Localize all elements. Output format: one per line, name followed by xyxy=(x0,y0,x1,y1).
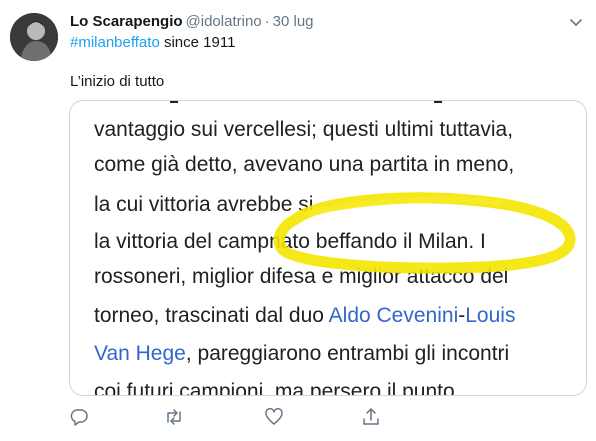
wiki-link[interactable]: Van Hege xyxy=(94,342,186,365)
excerpt-line: rossoneri, miglior difesa e miglior atta… xyxy=(94,264,508,290)
tweet-text: L’inizio di tutto xyxy=(70,73,165,90)
excerpt-text-run: la cui vittoria avrebbe si xyxy=(94,193,314,216)
retweet-icon[interactable] xyxy=(163,406,185,428)
excerpt-text-run: nato beffando il Milan. I xyxy=(269,230,486,253)
excerpt-top-partial xyxy=(94,101,564,114)
wiki-link[interactable]: Louis xyxy=(465,304,515,327)
excerpt-text-run: vantaggio sui vercellesi; questi ultimi … xyxy=(94,118,514,141)
excerpt-text-run: torneo, trascinati dal duo xyxy=(94,304,329,327)
tweet-media[interactable]: vantaggio sui vercellesi; questi ultimi … xyxy=(69,100,587,396)
excerpt-text-run: rossoneri, miglior difesa e miglior atta… xyxy=(94,265,509,288)
wiki-link[interactable]: Aldo Cevenini xyxy=(329,304,459,327)
excerpt-text-run: la vittoria del camp xyxy=(94,230,270,253)
excerpt-line: torneo, trascinati dal duo Aldo Cevenini… xyxy=(94,303,515,329)
excerpt-line: coi futuri campioni, ma persero il punto xyxy=(94,379,455,396)
excerpt-text-run: come già detto, avevano una partita in m… xyxy=(94,153,515,176)
excerpt-line: Van Hege, pareggiarono entrambi gli inco… xyxy=(94,341,509,367)
avatar[interactable] xyxy=(10,13,58,61)
tweet-date[interactable]: 30 lug xyxy=(273,13,314,30)
excerpt-text-run: , pareggiarono entrambi gli incontri xyxy=(185,342,510,365)
reply-icon[interactable] xyxy=(68,406,90,428)
excerpt-line: la cui vittoria avrebbe si xyxy=(94,192,313,218)
user-handle[interactable]: @idolatrino xyxy=(186,13,262,30)
display-name[interactable]: Lo Scarapengio xyxy=(70,13,183,30)
user-bio-line: #milanbeffato since 1911 xyxy=(70,33,235,53)
like-icon[interactable] xyxy=(263,406,285,428)
bio-suffix: since 1911 xyxy=(159,34,236,51)
tweet-header: Lo Scarapengio @idolatrino · 30 lug xyxy=(70,12,314,32)
tweet: Lo Scarapengio @idolatrino · 30 lug #milanb… xyxy=(0,0,596,441)
excerpt-text-run: coi futuri campioni, ma persero il punto xyxy=(94,380,455,396)
chevron-down-icon[interactable] xyxy=(568,14,584,30)
excerpt-line: la vittoria del campnato beffando il Mil… xyxy=(94,229,486,255)
excerpt-line: come già detto, avevano una partita in m… xyxy=(94,152,514,178)
separator-dot: · xyxy=(264,13,270,30)
hashtag-link[interactable]: #milanbeffato xyxy=(70,34,160,51)
excerpt-line: vantaggio sui vercellesi; questi ultimi … xyxy=(94,117,513,143)
tweet-actions xyxy=(70,406,430,430)
share-icon[interactable] xyxy=(360,406,382,428)
